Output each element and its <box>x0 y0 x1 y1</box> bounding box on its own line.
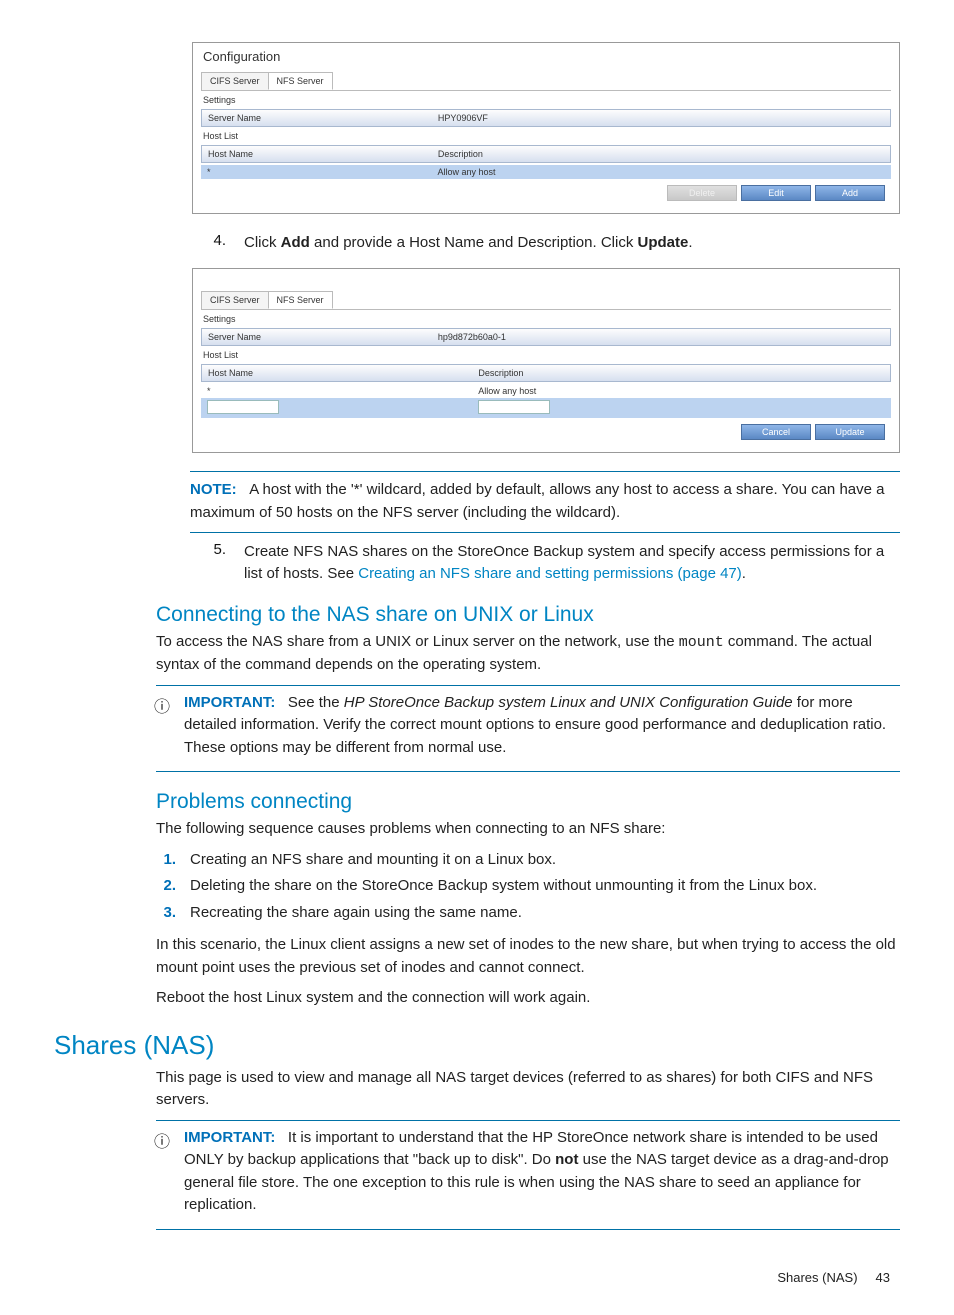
fig-title: Configuration <box>193 43 899 68</box>
step-text: Click Add and provide a Host Name and De… <box>244 232 900 254</box>
important-icon: ⓘ <box>152 692 172 717</box>
settings-label: Settings <box>203 95 889 105</box>
host-row-edit[interactable] <box>201 398 891 418</box>
important-icon: ⓘ <box>152 1127 172 1152</box>
important-label: IMPORTANT: <box>184 1129 275 1146</box>
section-heading-problems: Problems connecting <box>156 790 900 814</box>
delete-button: Delete <box>667 185 737 201</box>
description-input[interactable] <box>478 400 550 414</box>
host-name-value: * <box>207 386 478 396</box>
footer-text: Shares (NAS) <box>777 1270 857 1285</box>
server-name-value: hp9d872b60a0-1 <box>438 332 884 342</box>
host-row: * Allow any host <box>201 384 891 398</box>
important-text: IMPORTANT: See the HP StoreOnce Backup s… <box>184 692 900 760</box>
step-text: Create NFS NAS shares on the StoreOnce B… <box>244 541 900 585</box>
tab-nfs[interactable]: NFS Server <box>268 291 333 309</box>
note-label: NOTE: <box>190 481 237 498</box>
col-description: Description <box>438 149 884 159</box>
section-heading-shares-nas: Shares (NAS) <box>54 1030 900 1061</box>
section-heading-connecting: Connecting to the NAS share on UNIX or L… <box>156 603 900 627</box>
host-name-value: * <box>207 167 438 177</box>
paragraph: Reboot the host Linux system and the con… <box>156 987 900 1010</box>
host-desc-value: Allow any host <box>438 167 885 177</box>
tab-cifs[interactable]: CIFS Server <box>201 72 269 90</box>
mount-command: mount <box>679 634 724 651</box>
server-name-label: Server Name <box>208 332 438 342</box>
note-text: A host with the '*' wildcard, added by d… <box>190 481 884 521</box>
hostname-input[interactable] <box>207 400 279 414</box>
list-item: 3.Recreating the share again using the s… <box>156 902 900 925</box>
configuration-screenshot-1: Configuration CIFS Server NFS Server Set… <box>192 42 900 214</box>
tab-nfs[interactable]: NFS Server <box>268 72 333 90</box>
list-item: 2.Deleting the share on the StoreOnce Ba… <box>156 875 900 898</box>
col-hostname: Host Name <box>208 368 478 378</box>
host-list-label: Host List <box>203 131 889 141</box>
paragraph: In this scenario, the Linux client assig… <box>156 934 900 979</box>
configuration-screenshot-2: CIFS Server NFS Server Settings Server N… <box>192 268 900 453</box>
step-number: 4. <box>190 232 226 254</box>
server-name-label: Server Name <box>208 113 438 123</box>
edit-button[interactable]: Edit <box>741 185 811 201</box>
paragraph: This page is used to view and manage all… <box>156 1067 900 1112</box>
settings-label: Settings <box>203 314 889 324</box>
important-label: IMPORTANT: <box>184 694 275 711</box>
important-text: IMPORTANT: It is important to understand… <box>184 1127 900 1217</box>
col-description: Description <box>478 368 884 378</box>
tab-cifs[interactable]: CIFS Server <box>201 291 269 309</box>
server-name-value: HPY0906VF <box>438 113 884 123</box>
host-desc-value: Allow any host <box>478 386 885 396</box>
note-block: NOTE: A host with the '*' wildcard, adde… <box>190 478 900 525</box>
list-item: 1.Creating an NFS share and mounting it … <box>156 849 900 872</box>
link-creating-nfs-share[interactable]: Creating an NFS share and setting permis… <box>358 565 742 582</box>
paragraph: To access the NAS share from a UNIX or L… <box>156 631 900 677</box>
cancel-button[interactable]: Cancel <box>741 424 811 440</box>
add-button[interactable]: Add <box>815 185 885 201</box>
host-row[interactable]: * Allow any host <box>201 165 891 179</box>
host-list-label: Host List <box>203 350 889 360</box>
update-button[interactable]: Update <box>815 424 885 440</box>
col-hostname: Host Name <box>208 149 438 159</box>
paragraph: The following sequence causes problems w… <box>156 818 900 841</box>
step-number: 5. <box>190 541 226 585</box>
page-number: 43 <box>876 1270 890 1285</box>
